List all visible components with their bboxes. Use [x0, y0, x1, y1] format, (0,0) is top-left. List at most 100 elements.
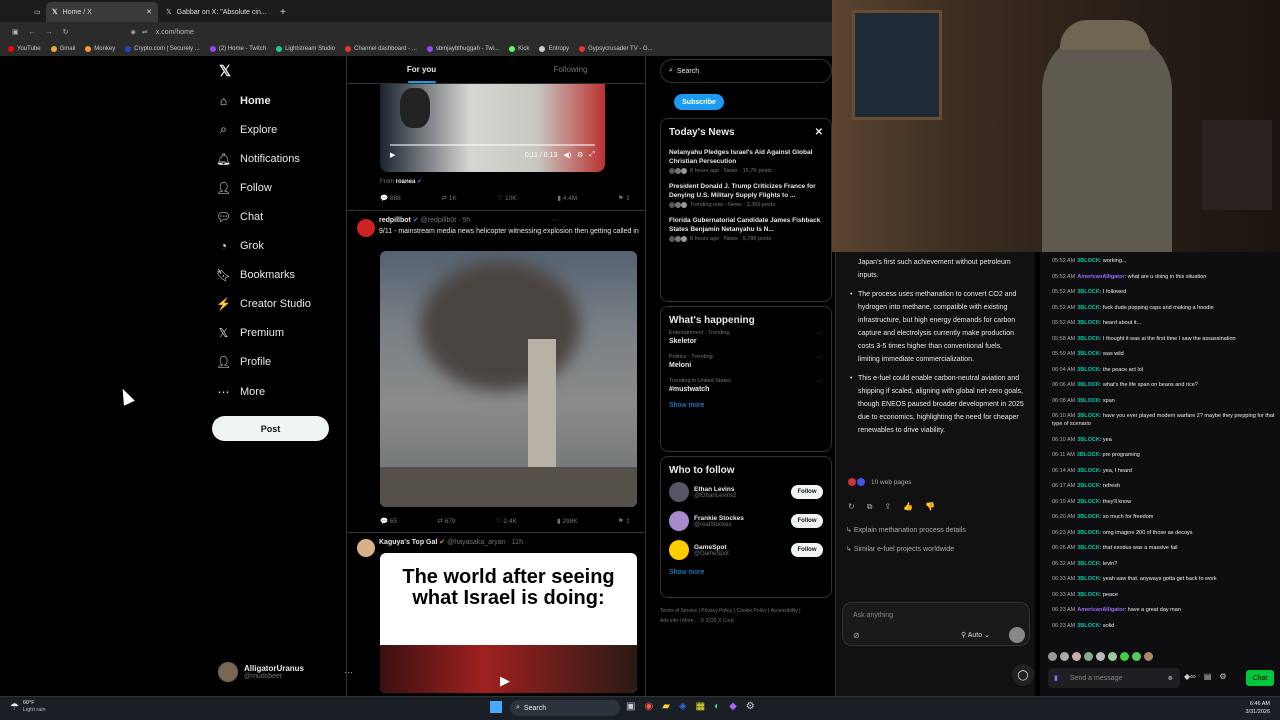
chat-send-button[interactable]: Chat [1246, 670, 1274, 686]
views-button[interactable]: ▮ 298K [557, 517, 578, 525]
site-settings-icon[interactable]: ⇌ [142, 28, 148, 36]
tab-for-you[interactable]: For you [347, 56, 496, 83]
attach-icon[interactable]: ⊘ [853, 631, 860, 640]
more-icon[interactable]: ··· [816, 354, 823, 361]
browser-icon[interactable]: ◉ [644, 701, 653, 712]
regenerate-icon[interactable]: ↻ [848, 502, 855, 512]
footer-links[interactable]: Terms of Service | Privacy Policy | Cook… [660, 606, 810, 626]
nav-item-profile[interactable]: 👤︎ Profile [216, 355, 271, 369]
views-button[interactable]: ▮ 4.4M [557, 194, 577, 202]
chat-username[interactable]: 3BLOCK [1077, 413, 1100, 419]
follow-button[interactable]: Follow [791, 485, 823, 499]
chat-username[interactable]: 3BLOCK [1077, 483, 1100, 489]
tab-home[interactable]: 𝕏 Home / X ✕ [46, 2, 158, 22]
reply-button[interactable]: 💬 888 [380, 194, 401, 202]
share-icon[interactable]: ⇪ [884, 502, 891, 512]
bookmark-icon[interactable]: ⚑ ⇪ [618, 517, 631, 525]
fullscreen-icon[interactable]: ⤢ [589, 151, 595, 159]
points-icon[interactable]: ◆∞ [1184, 672, 1196, 681]
close-icon[interactable]: ✕ [815, 127, 823, 138]
url-field[interactable]: x.com/home [156, 29, 194, 36]
chat-username[interactable]: 3BLOCK [1077, 382, 1100, 388]
chat-username[interactable]: 3BLOCK [1077, 289, 1100, 295]
clock[interactable]: 6:46 AM 3/31/2026 [1246, 700, 1270, 716]
bookmark-item[interactable]: YouTube [8, 46, 41, 52]
more-icon[interactable]: ··· [816, 378, 823, 385]
taskbar-search[interactable]: ⌕ Search [510, 700, 620, 716]
chat-username[interactable]: 3BLOCK [1077, 514, 1100, 520]
folder-icon[interactable]: ▰ [662, 701, 670, 712]
chat-username[interactable]: 3BLOCK [1077, 576, 1100, 582]
bookmark-item[interactable]: Gmail [50, 46, 75, 52]
trend-item[interactable]: Entertainment · Trending Skeletor ··· [669, 330, 823, 345]
chat-username[interactable]: 3BLOCK [1077, 545, 1100, 551]
nav-item-notifications[interactable]: 🔔︎ Notifications [216, 152, 300, 166]
chat-username[interactable]: AmericanAlligator [1077, 274, 1124, 280]
chat-username[interactable]: 3BLOCK [1077, 437, 1100, 443]
author-name[interactable]: Kaguya's Top Gal [379, 539, 437, 546]
account-switcher[interactable]: AlligatorUranus @mudsbeer ··· [218, 662, 353, 682]
chat-username[interactable]: 3BLOCK [1077, 320, 1100, 326]
chat-username[interactable]: 3BLOCK [1077, 336, 1100, 342]
close-icon[interactable]: ✕ [146, 8, 152, 16]
like-button[interactable]: ♡ 10K [497, 194, 516, 202]
shield-icon[interactable]: ◈ [131, 28, 136, 36]
follow-suggestion[interactable]: Ethan Levins @EthanLevins2 Follow [669, 482, 823, 502]
menu-icon[interactable]: ▤ [1204, 672, 1212, 681]
tweet-image[interactable] [380, 251, 637, 507]
repost-button[interactable]: ⇄ 679 [437, 517, 455, 525]
reply-button[interactable]: 💬 65 [380, 517, 397, 525]
thumbs-down-icon[interactable]: 👎 [925, 502, 935, 512]
chat-username[interactable]: 3BLOCK [1077, 351, 1100, 357]
follow-button[interactable]: Follow [791, 543, 823, 557]
bookmark-item[interactable]: Monkey [85, 46, 115, 52]
news-item[interactable]: President Donald J. Trump Criticizes Fra… [669, 182, 823, 208]
more-icon[interactable]: ··· [552, 217, 559, 224]
follow-button[interactable]: Follow [791, 514, 823, 528]
voice-icon[interactable] [1009, 627, 1025, 643]
bookmark-item[interactable]: Kick [509, 46, 529, 52]
grok-suggestion[interactable]: ↳ Explain methanation process details [846, 526, 966, 534]
bookmark-item[interactable]: Crypto.com | Securely ... [125, 46, 200, 52]
emote-icon[interactable]: ☻ [1167, 675, 1174, 682]
edge-icon[interactable]: ◐ [714, 701, 720, 712]
tweet-video[interactable]: The world after seeing what Israel is do… [380, 553, 637, 693]
bookmark-icon[interactable]: ⚑ ⇪ [618, 194, 631, 202]
subscribe-button[interactable]: Subscribe [674, 94, 724, 110]
app-icon[interactable]: ◆ [729, 701, 737, 712]
trend-item[interactable]: Trending in United States #mustwatch ··· [669, 378, 823, 393]
news-item[interactable]: Netanyahu Pledges Israel's Aid Against G… [669, 148, 823, 174]
tweet-redpillbot[interactable]: redpillbot ✔ @redpillb0t · 5h ··· 9/11 -… [347, 210, 645, 532]
sidebar-icon[interactable]: ▣ [12, 28, 19, 36]
copy-icon[interactable]: ⧉ [867, 502, 873, 512]
nav-item-grok[interactable]: ◔ Grok [217, 239, 264, 253]
repost-button[interactable]: ⇄ 1K [441, 194, 456, 202]
nav-item-premium[interactable]: 𝕏 Premium [217, 326, 284, 340]
nav-item-home[interactable]: ⌂ Home [217, 94, 271, 108]
tab-following[interactable]: Following [496, 56, 645, 83]
chat-username[interactable]: 3BLOCK [1077, 592, 1100, 598]
volume-icon[interactable]: ◀) [563, 151, 571, 159]
x-logo-icon[interactable]: 𝕏 [219, 62, 231, 80]
bookmark-item[interactable]: Gypsycrusader TV - G... [579, 46, 653, 52]
post-button[interactable]: Post [212, 416, 329, 441]
nav-item-bookmarks[interactable]: 🔖︎ Bookmarks [216, 268, 295, 282]
video-player[interactable]: ▶ 0:11 / 0:13 ◀) ⚙ ⤢ [380, 84, 605, 172]
bookmark-item[interactable]: sbmjaybthuggah - Twi... [426, 46, 499, 52]
nav-item-explore[interactable]: ⌕ Explore [217, 122, 277, 136]
nav-item-follow[interactable]: 👤︎ Follow [216, 181, 272, 195]
reload-icon[interactable]: ↻ [63, 28, 69, 36]
grok-suggestion[interactable]: ↳ Similar e-fuel projects worldwide [846, 545, 966, 553]
sources-chip[interactable]: 10 web pages [848, 478, 911, 486]
bookmark-item[interactable]: Entropy [539, 46, 569, 52]
forward-icon[interactable]: → [46, 29, 53, 36]
mode-select[interactable]: ⚲ Auto ⌄ [961, 631, 990, 639]
grok-input[interactable]: Ask anything ⊘ ⚲ Auto ⌄ [842, 602, 1030, 646]
task-view-icon[interactable]: ▣ [626, 701, 635, 712]
play-icon[interactable]: ▶ [390, 151, 395, 159]
search-input[interactable]: ⌕ Search [660, 59, 832, 83]
play-icon[interactable]: ▶ [500, 673, 510, 689]
tab-overview-icon[interactable]: ▭ [28, 2, 42, 22]
video-progress-bar[interactable] [390, 144, 595, 146]
chat-bubble-icon[interactable]: ◯ [1012, 664, 1034, 686]
